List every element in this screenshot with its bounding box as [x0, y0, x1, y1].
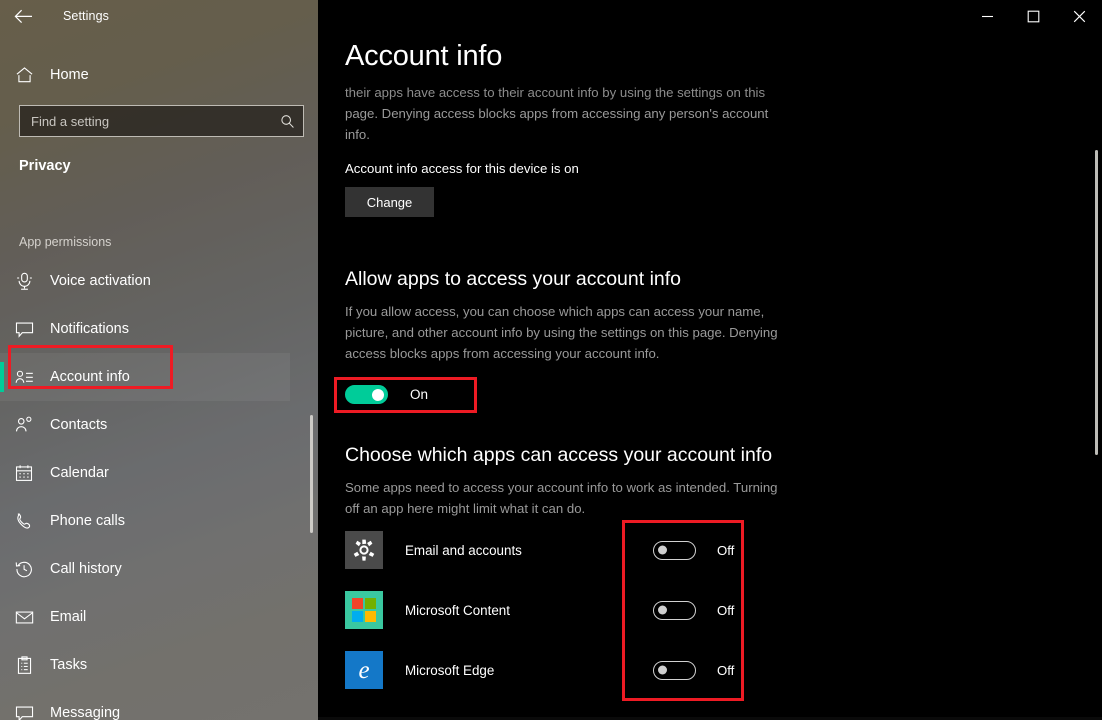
- message-icon: [0, 705, 48, 720]
- sidebar-item-label: Email: [50, 609, 87, 625]
- main-content: their apps have access to their account …: [318, 0, 1102, 720]
- search-icon[interactable]: [271, 106, 303, 136]
- sidebar-nav-list: Voice activation Notifications Account i…: [0, 257, 318, 720]
- app-name: Email and accounts: [405, 542, 522, 558]
- phone-icon: [0, 512, 48, 530]
- sidebar-item-label: Account info: [50, 369, 130, 385]
- app-title: Settings: [63, 9, 109, 23]
- app-toggle-label: Off: [717, 542, 735, 558]
- sidebar-item-phone-calls[interactable]: Phone calls: [0, 497, 290, 545]
- sidebar-item-contacts[interactable]: Contacts: [0, 401, 290, 449]
- allow-apps-toggle-label: On: [410, 387, 429, 402]
- app-toggle[interactable]: [653, 540, 696, 560]
- window-controls: [964, 0, 1102, 32]
- allow-apps-toggle[interactable]: [345, 385, 388, 404]
- calendar-icon: [0, 464, 48, 482]
- device-access-status: Account info access for this device is o…: [345, 161, 579, 176]
- back-button[interactable]: [0, 0, 46, 32]
- app-name: Microsoft Edge: [405, 662, 495, 678]
- sidebar-home-label: Home: [50, 67, 89, 83]
- sidebar-item-calendar[interactable]: Calendar: [0, 449, 290, 497]
- sidebar-item-messaging[interactable]: Messaging: [0, 689, 290, 720]
- choose-section-description: Some apps need to access your account in…: [345, 480, 778, 516]
- sidebar: Settings Home Find a setting Privacy App…: [0, 0, 318, 720]
- sidebar-group-label: App permissions: [19, 235, 112, 249]
- clock-history-icon: [0, 560, 48, 578]
- sidebar-item-voice-activation[interactable]: Voice activation: [0, 257, 290, 305]
- page-category: Privacy: [19, 158, 71, 174]
- settings-window: Settings Home Find a setting Privacy App…: [0, 0, 1102, 720]
- sidebar-item-tasks[interactable]: Tasks: [0, 641, 290, 689]
- sidebar-item-label: Notifications: [50, 321, 129, 337]
- content-scrollbar-thumb[interactable]: [1095, 150, 1098, 455]
- sidebar-item-call-history[interactable]: Call history: [0, 545, 290, 593]
- choose-section-heading: Choose which apps can access your accoun…: [345, 444, 773, 466]
- app-toggle[interactable]: [653, 600, 696, 620]
- app-name: Microsoft Content: [405, 602, 510, 618]
- sidebar-item-label: Phone calls: [50, 513, 125, 529]
- allow-section-description: If you allow access, you can choose whic…: [345, 304, 778, 361]
- account-info-icon: [0, 369, 48, 386]
- app-row: Microsoft Content Off: [345, 580, 1075, 640]
- clipped-line-2: page. Denying access blocks apps from ac…: [345, 106, 769, 121]
- search-input[interactable]: [20, 106, 271, 136]
- titlebar-left: Settings: [0, 0, 318, 32]
- allow-apps-toggle-row: On: [345, 385, 428, 404]
- app-toggle-label: Off: [717, 662, 735, 678]
- app-toggle-cell: Off: [653, 540, 735, 560]
- maximize-button[interactable]: [1010, 0, 1056, 32]
- app-row: Email and accounts Off: [345, 520, 1075, 580]
- sidebar-item-home[interactable]: Home: [0, 60, 290, 90]
- app-toggle-cell: Off: [653, 600, 735, 620]
- sidebar-item-label: Call history: [50, 561, 122, 577]
- clipboard-icon: [0, 655, 48, 675]
- sidebar-item-label: Calendar: [50, 465, 109, 481]
- envelope-icon: [0, 610, 48, 625]
- sidebar-item-label: Contacts: [50, 417, 108, 433]
- sidebar-item-label: Tasks: [50, 657, 88, 673]
- allow-section-heading: Allow apps to access your account info: [345, 268, 682, 290]
- minimize-button[interactable]: [964, 0, 1010, 32]
- microphone-icon: [0, 272, 48, 291]
- sidebar-item-label: Voice activation: [50, 273, 151, 289]
- back-arrow-icon: [14, 9, 33, 24]
- sidebar-scrollbar[interactable]: [310, 415, 313, 533]
- close-button[interactable]: [1056, 0, 1102, 32]
- sidebar-item-email[interactable]: Email: [0, 593, 290, 641]
- page-title: Account info: [345, 40, 517, 73]
- app-permission-list: Email and accounts Off Microsoft Content…: [345, 520, 1075, 700]
- home-icon: [0, 66, 48, 84]
- speech-bubble-icon: [0, 321, 48, 338]
- edge-icon: e: [345, 651, 383, 689]
- sidebar-item-label: Messaging: [50, 705, 121, 720]
- sidebar-item-account-info[interactable]: Account info: [0, 353, 290, 401]
- clipped-line-3: info.: [345, 127, 370, 142]
- search-box[interactable]: [19, 105, 304, 137]
- gear-icon: [345, 531, 383, 569]
- app-toggle-cell: Off: [653, 660, 735, 680]
- app-toggle[interactable]: [653, 660, 696, 680]
- microsoft-logo-icon: [345, 591, 383, 629]
- close-icon: [1073, 10, 1086, 23]
- change-button[interactable]: Change: [345, 187, 434, 217]
- app-row: e Microsoft Edge Off: [345, 640, 1075, 700]
- clipped-line-1: their apps have access to their account …: [345, 85, 766, 100]
- contacts-icon: [0, 416, 48, 434]
- minimize-icon: [981, 10, 994, 23]
- sidebar-item-notifications[interactable]: Notifications: [0, 305, 290, 353]
- app-toggle-label: Off: [717, 602, 735, 618]
- scrolled-clipped-paragraph: their apps have access to their account …: [345, 82, 797, 145]
- maximize-icon: [1027, 10, 1040, 23]
